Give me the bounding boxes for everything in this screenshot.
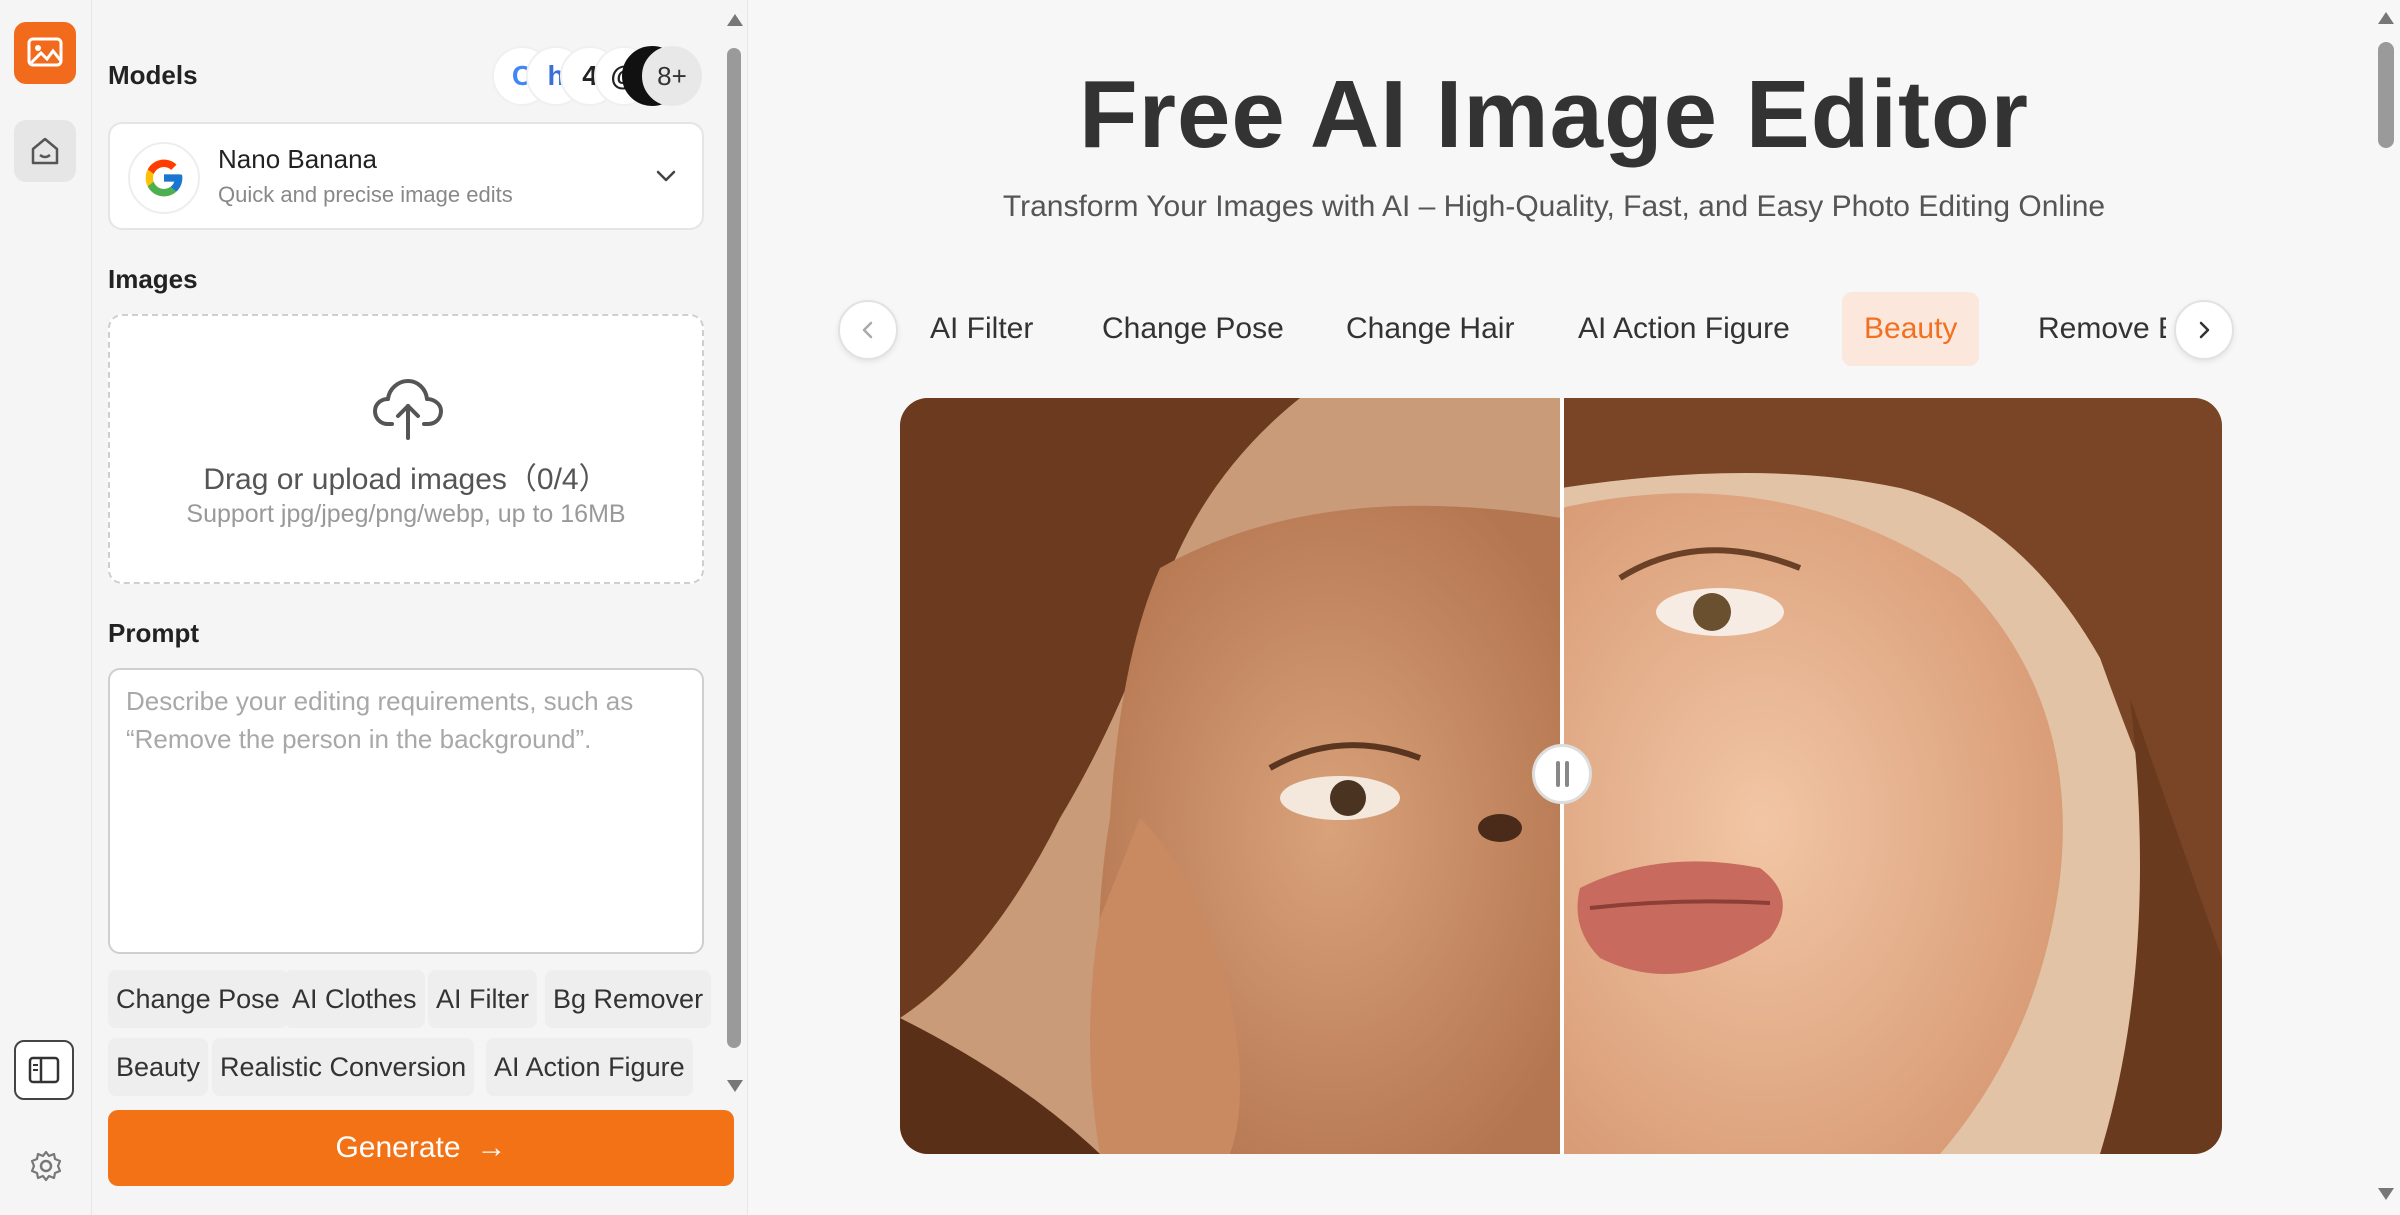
- chip-ai-filter[interactable]: AI Filter: [428, 970, 538, 1028]
- settings-gear-icon[interactable]: [26, 1146, 66, 1186]
- images-title: Images: [108, 264, 198, 294]
- model-description: Quick and precise image edits: [218, 182, 513, 207]
- model-select[interactable]: Nano Banana Quick and precise image edit…: [108, 122, 704, 230]
- before-after-comparison[interactable]: [900, 398, 2222, 1154]
- models-title: Models: [108, 60, 198, 90]
- main-scrollbar[interactable]: [2372, 0, 2400, 1215]
- chip-ai-clothes[interactable]: AI Clothes: [284, 970, 425, 1028]
- editor-panel: Models C h 4 @ 4 8+ Nano Banana Quick an…: [92, 0, 748, 1215]
- scrollbar-thumb[interactable]: [2378, 42, 2394, 148]
- generate-label: Generate: [335, 1131, 461, 1164]
- tab-beauty[interactable]: Beauty: [1842, 292, 1980, 366]
- upload-title: Drag or upload images（0/4）: [203, 463, 609, 496]
- generate-button[interactable]: Generate →: [108, 1110, 734, 1186]
- chevron-left-icon: [862, 321, 873, 339]
- prompt-input[interactable]: [108, 668, 704, 954]
- more-models-badge[interactable]: 8+: [642, 46, 702, 106]
- tab-change-pose[interactable]: Change Pose: [1080, 292, 1306, 366]
- chip-change-pose[interactable]: Change Pose: [108, 970, 288, 1028]
- chevron-down-icon: [656, 170, 676, 182]
- chip-realistic-conversion[interactable]: Realistic Conversion: [212, 1038, 475, 1096]
- scroll-down-icon[interactable]: [2378, 1188, 2394, 1200]
- panel-scrollbar[interactable]: [724, 8, 744, 1098]
- model-name: Nano Banana: [218, 144, 378, 174]
- tabs-prev-button[interactable]: [838, 300, 898, 360]
- tab-change-hair[interactable]: Change Hair: [1324, 292, 1536, 366]
- tabs-viewport: AI Filter Change Pose Change Hair AI Act…: [908, 292, 2166, 370]
- app-rail: [0, 0, 92, 1215]
- chevron-right-icon: [2199, 321, 2210, 339]
- tab-remove-background[interactable]: Remove Background: [2016, 292, 2166, 366]
- chip-ai-action-figure[interactable]: AI Action Figure: [486, 1038, 693, 1096]
- cloud-upload-icon: [373, 379, 443, 440]
- chip-beauty[interactable]: Beauty: [108, 1038, 209, 1096]
- feature-tabs: AI Filter Change Pose Change Hair AI Act…: [838, 292, 2238, 370]
- app-logo-icon[interactable]: [14, 22, 76, 84]
- scroll-up-icon[interactable]: [2378, 12, 2394, 24]
- main-content: Free AI Image Editor Transform Your Imag…: [748, 0, 2400, 1215]
- home-icon[interactable]: [14, 120, 76, 182]
- upload-subtitle: Support jpg/jpeg/png/webp, up to 16MB: [186, 500, 626, 528]
- arrow-right-icon: →: [476, 1131, 507, 1164]
- scrollbar-thumb[interactable]: [727, 48, 741, 1048]
- page-title: Free AI Image Editor: [1079, 61, 2029, 168]
- model-icons-group[interactable]: C h 4 @ 4 8+: [492, 46, 702, 106]
- toggle-panel-icon[interactable]: [14, 1040, 74, 1100]
- google-g-icon: [128, 142, 200, 214]
- page-subtitle: Transform Your Images with AI – High-Qua…: [1002, 190, 2106, 223]
- image-upload-dropzone[interactable]: Drag or upload images（0/4） Support jpg/j…: [108, 314, 704, 584]
- tab-ai-filter[interactable]: AI Filter: [908, 292, 1055, 366]
- scroll-down-icon[interactable]: [727, 1080, 743, 1092]
- scroll-up-icon[interactable]: [727, 14, 743, 26]
- prompt-title: Prompt: [108, 618, 199, 648]
- comparison-slider-handle[interactable]: [1532, 744, 1592, 804]
- tabs-next-button[interactable]: [2174, 300, 2234, 360]
- chip-bg-remover[interactable]: Bg Remover: [545, 970, 712, 1028]
- tab-ai-action-figure[interactable]: AI Action Figure: [1556, 292, 1812, 366]
